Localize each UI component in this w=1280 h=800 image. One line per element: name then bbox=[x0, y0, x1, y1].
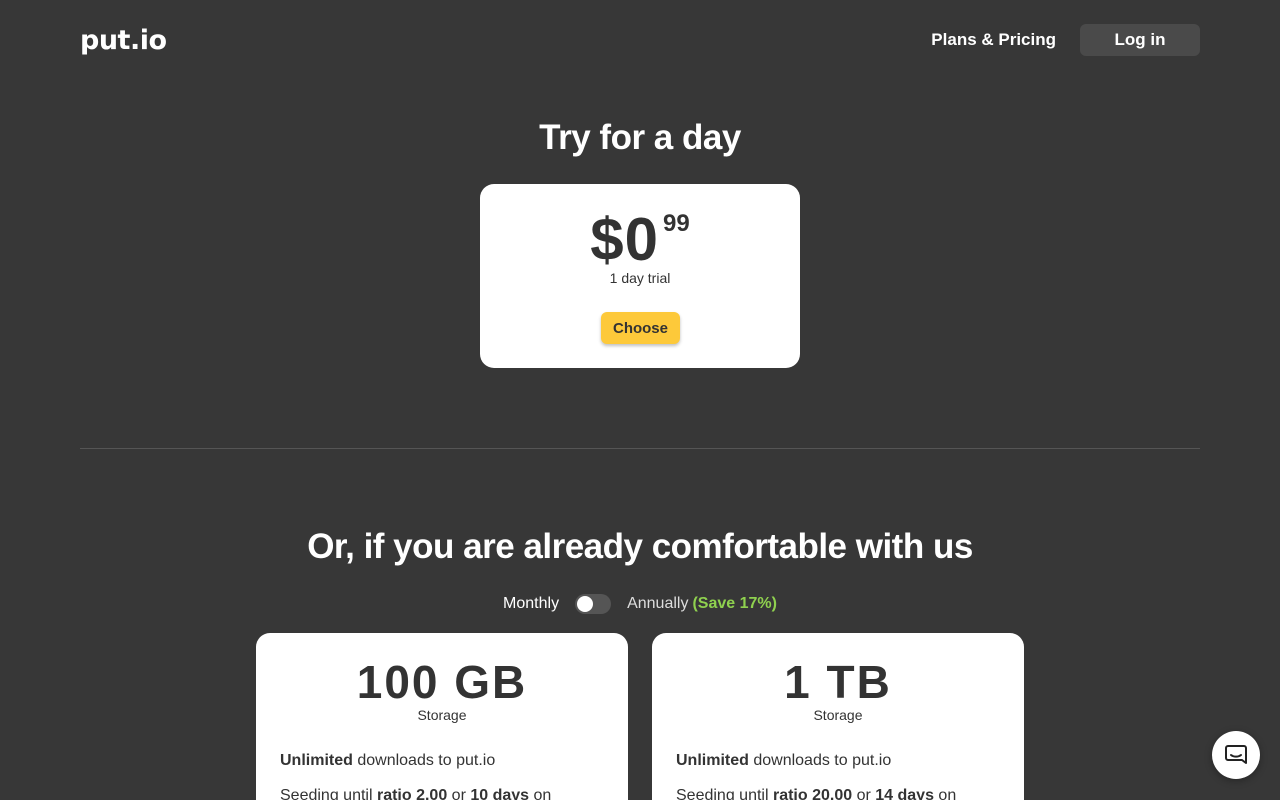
billing-save-badge: (Save 17%) bbox=[692, 595, 777, 612]
pricing-page: put.io Plans & Pricing Log in Try for a … bbox=[0, 0, 1280, 800]
trial-card: $0 99 1 day trial Choose bbox=[480, 184, 800, 368]
section-divider bbox=[80, 448, 1200, 449]
seeding-ratio: ratio 2.00 bbox=[376, 787, 448, 800]
plan-card-1tb: 1 TB Storage Unlimited downloads to put.… bbox=[652, 633, 1024, 800]
downloads-text: downloads to put.io bbox=[352, 752, 496, 769]
billing-annual-label[interactable]: Annually bbox=[627, 595, 688, 613]
seeding-days: 10 days bbox=[470, 787, 530, 800]
toggle-knob bbox=[577, 596, 594, 612]
price-cents: 99 bbox=[663, 210, 690, 237]
unlimited-text: Unlimited bbox=[280, 752, 353, 769]
seeding-prefix: Seeding until bbox=[676, 787, 773, 800]
login-button[interactable]: Log in bbox=[1080, 24, 1200, 56]
logo[interactable]: put.io bbox=[80, 27, 167, 54]
downloads-text: downloads to put.io bbox=[748, 752, 892, 769]
plan-storage-label: Storage bbox=[417, 707, 467, 723]
unlimited-text: Unlimited bbox=[676, 752, 749, 769]
billing-toggle-row: Monthly Annually (Save 17%) bbox=[0, 594, 1280, 614]
plans-title: Or, if you are already comfortable with … bbox=[307, 527, 973, 566]
seeding-or: or bbox=[447, 787, 471, 800]
seeding-or: or bbox=[852, 787, 876, 800]
nav-plans-pricing[interactable]: Plans & Pricing bbox=[931, 30, 1056, 50]
plan-storage-label: Storage bbox=[813, 707, 863, 723]
chat-bubble-icon bbox=[1225, 745, 1247, 764]
trial-price: $0 99 bbox=[480, 202, 800, 278]
billing-monthly-label[interactable]: Monthly bbox=[503, 595, 559, 613]
seeding-ratio: ratio 20.00 bbox=[772, 787, 853, 800]
choose-button[interactable]: Choose bbox=[601, 312, 680, 344]
plan-downloads-line: Unlimited downloads to put.io bbox=[676, 752, 891, 770]
seeding-prefix: Seeding until bbox=[280, 787, 377, 800]
plan-downloads-line: Unlimited downloads to put.io bbox=[280, 752, 495, 770]
price-main: $0 bbox=[590, 206, 660, 273]
seeding-suffix: on bbox=[529, 787, 552, 800]
trial-subtitle: 1 day trial bbox=[609, 270, 671, 286]
seeding-days: 14 days bbox=[875, 787, 934, 800]
header: put.io Plans & Pricing Log in bbox=[80, 24, 1200, 56]
plan-seeding-line: Seeding until ratio 20.00 or 14 days on bbox=[676, 787, 956, 800]
trial-title: Try for a day bbox=[539, 118, 741, 157]
seeding-suffix: on bbox=[933, 787, 957, 800]
plan-size: 100 GB bbox=[356, 656, 528, 708]
billing-toggle[interactable] bbox=[575, 594, 612, 614]
plan-seeding-line: Seeding until ratio 2.00 or 10 days on bbox=[280, 787, 551, 800]
chat-launcher-button[interactable] bbox=[1212, 731, 1260, 779]
plan-size: 1 TB bbox=[784, 656, 892, 708]
nav: Plans & Pricing Log in bbox=[931, 24, 1200, 56]
plan-card-100gb: 100 GB Storage Unlimited downloads to pu… bbox=[256, 633, 628, 800]
